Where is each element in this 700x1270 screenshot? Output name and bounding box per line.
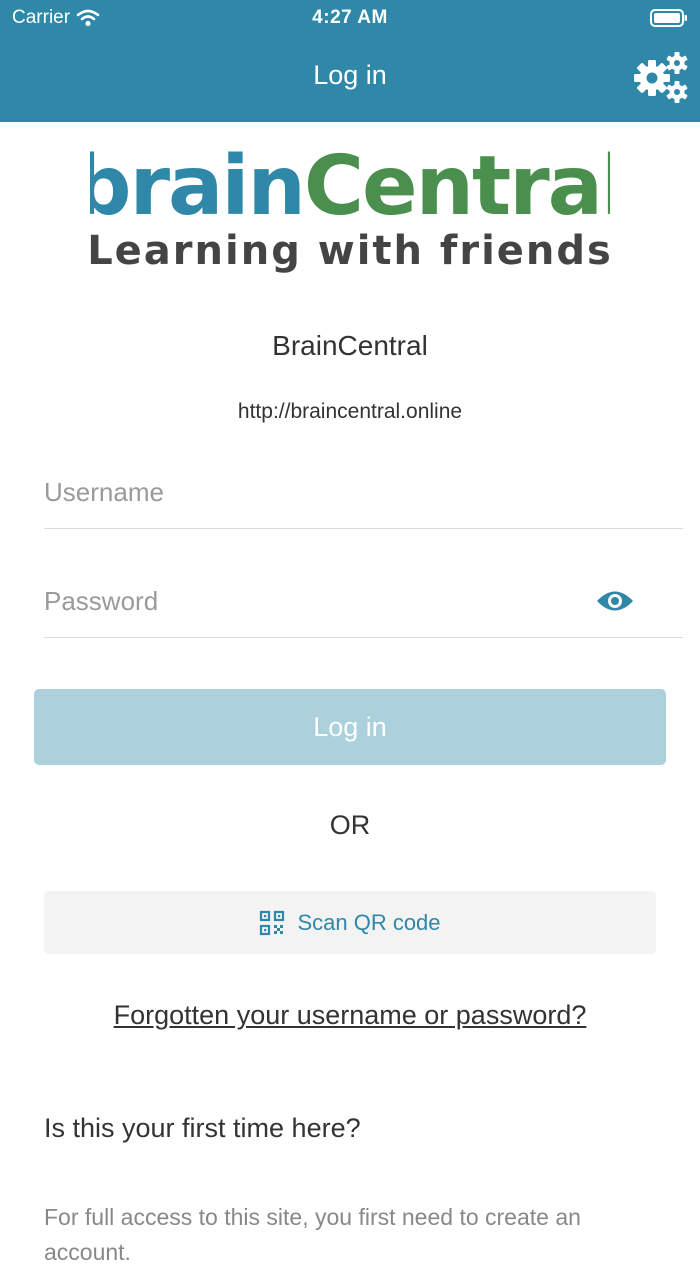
password-field — [44, 566, 683, 638]
site-logo: brainCentral Learning with friends — [90, 140, 610, 274]
status-time: 4:27 AM — [312, 7, 388, 28]
username-input[interactable] — [44, 457, 584, 528]
gears-icon — [634, 52, 688, 103]
settings-button[interactable] — [632, 50, 690, 106]
username-field — [44, 457, 683, 529]
scan-qr-label: Scan QR code — [297, 909, 441, 935]
login-button[interactable]: Log in — [34, 689, 666, 765]
site-url: http://braincentral.online — [237, 400, 463, 423]
first-time-heading: Is this your first time here? — [44, 1113, 361, 1143]
first-time-description: For full access to this site, you first … — [44, 1204, 581, 1265]
or-divider: OR — [329, 810, 371, 840]
site-name: BrainCentral — [272, 330, 428, 361]
logo-brand-part2: Central — [304, 140, 610, 234]
status-bar: Carrier 4:27 AM — [0, 0, 700, 36]
scan-qr-button[interactable]: Scan QR code — [44, 891, 656, 954]
show-password-eye-icon[interactable] — [595, 586, 635, 616]
app-header: Carrier 4:27 AM Log in — [0, 0, 700, 122]
forgot-credentials-link[interactable]: Forgotten your username or password? — [0, 1000, 700, 1031]
password-input[interactable] — [44, 566, 584, 637]
logo-tagline: Learning with friends — [90, 228, 610, 274]
svg-text:brainCentral: brainCentral — [90, 140, 610, 234]
battery-icon — [650, 9, 687, 27]
page-title: Log in — [313, 60, 387, 90]
qr-code-icon — [260, 910, 285, 935]
logo-brand-part1: brain — [90, 140, 304, 234]
